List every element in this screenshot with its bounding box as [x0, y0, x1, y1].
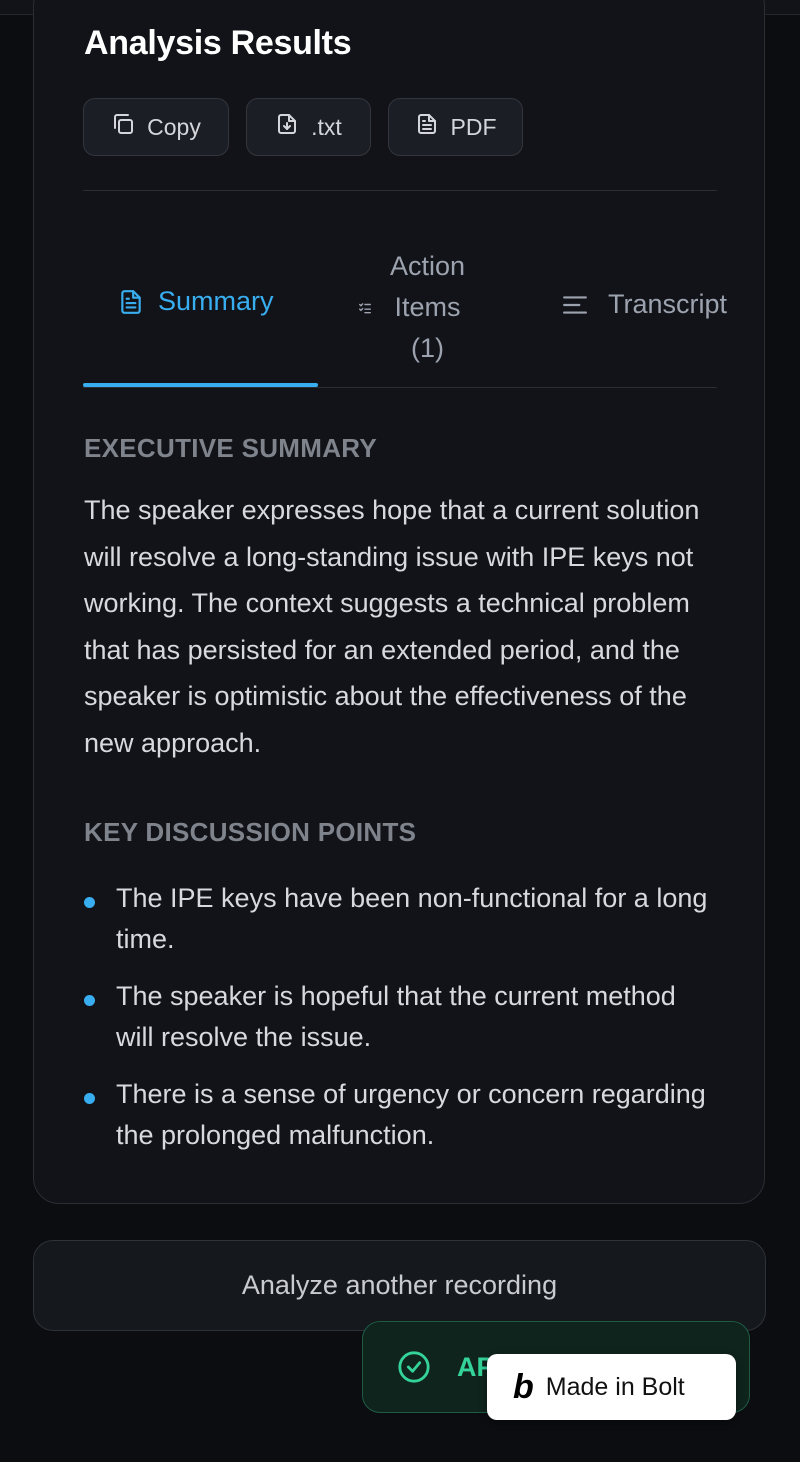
tab-summary[interactable]: Summary [118, 286, 274, 317]
toolbar-divider [83, 190, 717, 191]
key-point-text: There is a sense of urgency or concern r… [116, 1079, 706, 1150]
bolt-logo-icon: b [513, 1368, 534, 1406]
list-check-icon [358, 301, 372, 315]
copy-icon [111, 112, 135, 142]
executive-summary-heading: EXECUTIVE SUMMARY [84, 433, 378, 463]
download-pdf-button[interactable]: PDF [388, 98, 523, 156]
file-text-icon [415, 112, 439, 142]
key-point-text: The IPE keys have been non-functional fo… [116, 883, 708, 954]
tab-action-items-count: (1) [411, 333, 445, 363]
active-tab-indicator [83, 383, 318, 387]
bullet-dot [84, 1093, 95, 1104]
tabs-divider [83, 387, 717, 388]
key-point-text: The speaker is hopeful that the current … [116, 981, 676, 1052]
copy-button[interactable]: Copy [83, 98, 229, 156]
tab-transcript-label: Transcript [608, 289, 728, 319]
copy-button-label: Copy [147, 113, 201, 140]
file-download-icon [275, 112, 299, 142]
made-in-bolt-label: Made in Bolt [545, 1372, 685, 1401]
key-points-heading: KEY DISCUSSION POINTS [84, 817, 417, 847]
tab-action-items-label-line1: Action [390, 251, 466, 281]
page-title: Analysis Results [84, 24, 352, 62]
align-left-icon [562, 294, 588, 316]
made-in-bolt-badge[interactable]: b Made in Bolt [487, 1354, 736, 1420]
analyze-another-label: Analyze another recording [241, 1270, 558, 1300]
bullet-dot [84, 897, 95, 908]
tab-action-items[interactable]: Action Items (1) [358, 246, 465, 369]
tab-transcript[interactable]: Transcript [562, 289, 727, 320]
executive-summary-text: The speaker expresses hope that a curren… [84, 495, 700, 758]
pdf-button-label: PDF [450, 113, 497, 140]
download-txt-button[interactable]: .txt [246, 98, 371, 156]
txt-button-label: .txt [311, 113, 342, 140]
check-circle-icon [397, 1350, 431, 1384]
analyze-another-button[interactable]: Analyze another recording [33, 1240, 766, 1331]
file-text-icon [118, 287, 144, 317]
tab-action-items-label-line2: Items [394, 292, 461, 322]
bullet-dot [84, 995, 95, 1006]
tab-summary-label: Summary [158, 286, 274, 316]
